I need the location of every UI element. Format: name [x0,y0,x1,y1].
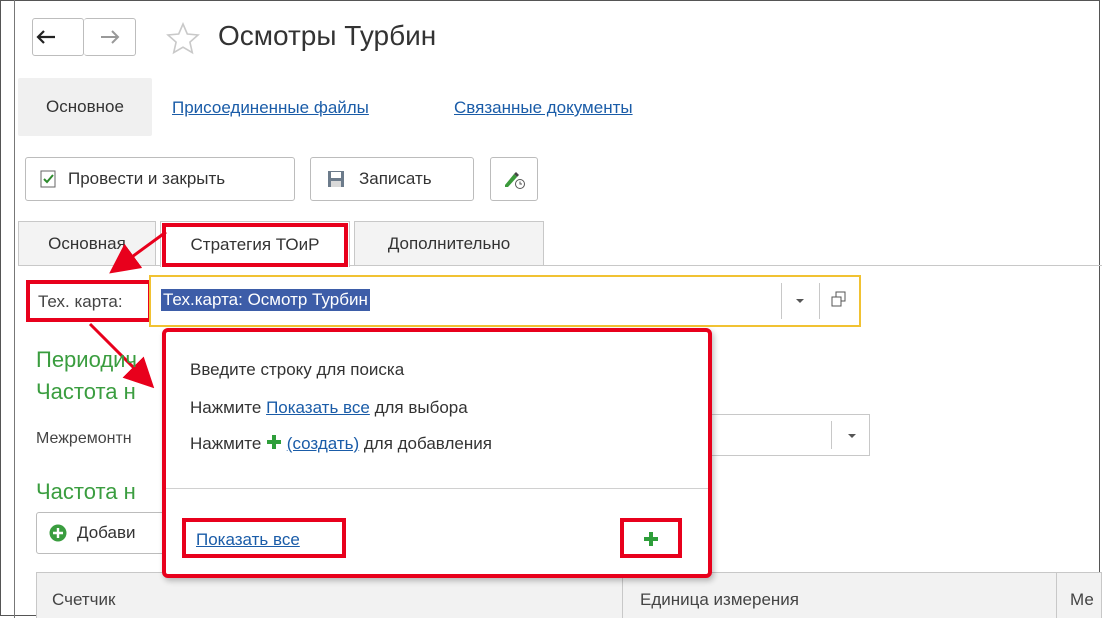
popup-create-link[interactable]: (создать) [287,434,359,453]
grid-col-counter[interactable]: Счетчик [52,590,115,610]
plus-icon [267,435,282,449]
grid-col-separator-2 [1056,572,1057,618]
popup-show-all-inline-link[interactable]: Показать все [266,398,370,417]
popup-line3-pre: Нажмите [190,434,267,453]
grid-col-unit[interactable]: Единица измерения [640,590,799,610]
popup-create-button[interactable] [620,518,682,558]
add-button-label: Добави [77,523,136,542]
popup-line2-post: для выбора [369,398,468,417]
plus-icon [644,532,658,546]
chevron-down-icon[interactable] [847,432,857,440]
interrepair-label: Межремонтн [36,430,132,447]
interrepair-field[interactable] [710,414,870,456]
grid-col-separator [622,572,623,618]
popup-hint-show-all: Нажмите Показать все для выбора [190,398,468,418]
popup-line3-post: для добавления [359,434,492,453]
add-button[interactable]: Добави [36,512,176,554]
popup-hint-create: Нажмите (создать) для добавления [190,434,492,454]
frequency-heading-2: Частота н [36,479,136,504]
add-circle-icon [49,524,67,542]
popup-divider [166,488,708,489]
search-dropdown-popup: Введите строку для поиска Нажмите Показа… [162,328,712,578]
periodic-heading: Периодич [36,347,137,372]
arrow-tab-to-label [109,230,167,274]
grid-header [36,572,1102,618]
grid-col-third[interactable]: Ме [1070,590,1094,610]
field-separator-3 [831,421,832,449]
frequency-heading-1: Частота н [36,379,136,404]
popup-line2-pre: Нажмите [190,398,267,417]
popup-hint-search: Введите строку для поиска [190,360,405,379]
popup-show-all-link[interactable]: Показать все [196,530,300,550]
